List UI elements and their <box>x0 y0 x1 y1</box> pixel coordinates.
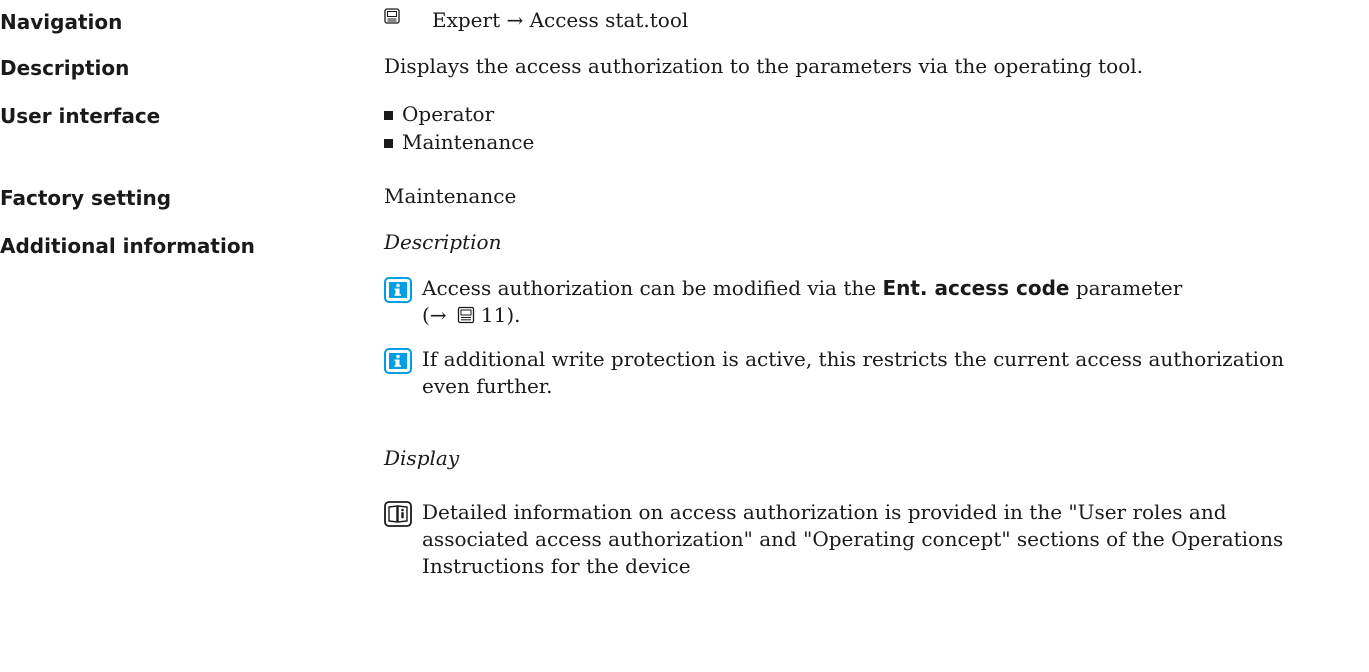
description-subheading: Description <box>384 230 502 254</box>
description-label: Description <box>0 56 130 80</box>
display-subheading: Display <box>384 446 460 470</box>
ent-access-code-link[interactable]: Ent. access code <box>882 276 1069 300</box>
info-note-2-text: If additional write protection is active… <box>422 347 1285 398</box>
navigation-path: Expert → Access stat.tool <box>432 8 689 32</box>
info-note-1-text: Access authorization can be modified via… <box>422 275 1182 329</box>
info-icon <box>384 277 412 303</box>
factory-setting-label: Factory setting <box>0 186 172 210</box>
display-icon <box>384 8 400 24</box>
note-1-reference[interactable]: (→ 11). <box>422 302 1182 329</box>
navigation-label: Navigation <box>0 10 123 34</box>
user-interface-label: User interface <box>0 104 161 128</box>
additional-information-label: Additional information <box>0 234 255 258</box>
factory-setting-value: Maintenance <box>384 184 517 208</box>
option-operator: Operator <box>384 100 534 128</box>
info-icon <box>384 348 412 374</box>
option-maintenance: Maintenance <box>384 128 534 156</box>
book-icon <box>384 501 412 527</box>
book-note-text: Detailed information on access authoriza… <box>422 500 1284 578</box>
note-1-text-after: parameter <box>1069 276 1183 300</box>
user-interface-options: Operator Maintenance <box>384 100 534 156</box>
description-text: Displays the access authorization to the… <box>384 54 1144 78</box>
note-1-text-before: Access authorization can be modified via… <box>422 276 883 300</box>
page-reference-icon <box>457 306 475 324</box>
